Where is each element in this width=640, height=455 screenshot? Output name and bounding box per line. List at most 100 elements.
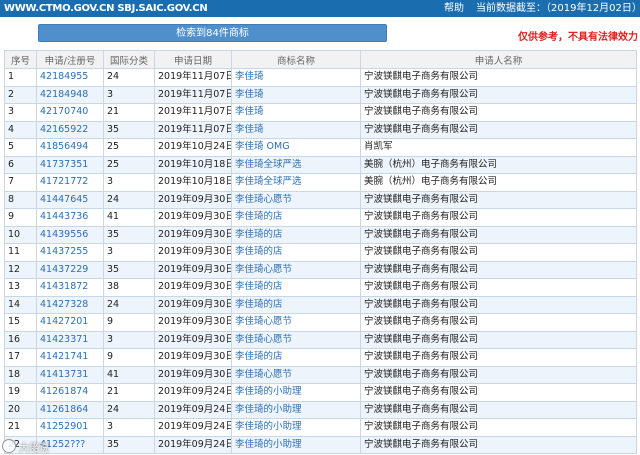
cell-trademark[interactable]: 李佳琦的小助理 (231, 435, 361, 454)
cell-index: 6 (4, 155, 37, 174)
cell-applicant: 宁波镁麒电子商务有限公司 (360, 295, 637, 314)
cell-class: 35 (103, 435, 155, 454)
table-row: 12 41437229 35 2019年09月30日 李佳琦心愿节 宁波镁麒电子商务有限公… (4, 260, 637, 279)
cell-applicant: 宁波镁麒电子商务有限公司 (360, 278, 637, 297)
cell-trademark[interactable]: 李佳琦的店 (231, 243, 361, 262)
cell-class: 3 (103, 418, 155, 437)
cell-trademark[interactable]: 李佳琦心愿节 (231, 260, 361, 279)
cell-class: 35 (103, 120, 155, 139)
cell-trademark[interactable]: 李佳琦 (231, 103, 361, 122)
table-row: 5 41856494 25 2019年10月24日 李佳琦 OMG 肖凯军 (4, 138, 637, 157)
cell-trademark[interactable]: 李佳琦的店 (231, 225, 361, 244)
cell-trademark[interactable]: 李佳琦心愿节 (231, 190, 361, 209)
cell-applicant: 宁波镁麒电子商务有限公司 (360, 85, 637, 104)
cell-reg-number[interactable]: 42165922 (36, 120, 104, 139)
header-date: 申请日期 (154, 50, 232, 69)
cell-applicant: 宁波镁麒电子商务有限公司 (360, 225, 637, 244)
cell-index: 2 (4, 85, 37, 104)
cell-class: 35 (103, 260, 155, 279)
table-row: 19 41261874 21 2019年09月24日 李佳琦的小助理 宁波镁麒电子商务有限… (4, 383, 637, 402)
cell-reg-number[interactable]: 41427328 (36, 295, 104, 314)
cell-reg-number[interactable]: 41447645 (36, 190, 104, 209)
cell-trademark[interactable]: 李佳琦的小助理 (231, 383, 361, 402)
cell-reg-number[interactable]: 41737351 (36, 155, 104, 174)
cell-date: 2019年09月24日 (154, 400, 232, 419)
cell-trademark[interactable]: 李佳琦心愿节 (231, 365, 361, 384)
cell-reg-number[interactable]: 41856494 (36, 138, 104, 157)
cell-date: 2019年09月30日 (154, 260, 232, 279)
table-row: 3 42170740 21 2019年11月07日 李佳琦 宁波镁麒电子商务有限公司 (4, 103, 637, 122)
cell-trademark[interactable]: 李佳琦全球严选 (231, 173, 361, 192)
table-row: 21 41252901 3 2019年09月24日 李佳琦的小助理 宁波镁麒电子商务有限公… (4, 418, 637, 437)
cell-class: 35 (103, 225, 155, 244)
watermark-text: 大佬说 (19, 442, 49, 454)
cell-reg-number[interactable]: 42184948 (36, 85, 104, 104)
cell-class: 9 (103, 348, 155, 367)
cell-index: 7 (4, 173, 37, 192)
cell-reg-number[interactable]: 41439556 (36, 225, 104, 244)
table-row: 2 42184948 3 2019年11月07日 李佳琦 宁波镁麒电子商务有限公司 (4, 85, 637, 104)
table-row: 2241252???352019年09月24日李佳琦的小助理宁波镁麒电子商务有限… (4, 435, 637, 454)
table-row: 16 41423371 3 2019年09月30日 李佳琦心愿节 宁波镁麒电子商务有限公司 (4, 330, 637, 349)
trademark-table: 序号 申请/注册号 国际分类 申请日期 商标名称 申请人名称 1 42184955… (4, 50, 637, 454)
table-row: 20 41261864 24 2019年09月24日 李佳琦的小助理 宁波镁麒电子商务有限… (4, 400, 637, 419)
cell-trademark[interactable]: 李佳琦的店 (231, 295, 361, 314)
cell-applicant: 宁波镁麒电子商务有限公司 (360, 260, 637, 279)
table-row: 13 41431872 38 2019年09月30日 李佳琦的店 宁波镁麒电子商务有限公司 (4, 278, 637, 297)
cell-trademark[interactable]: 李佳琦的小助理 (231, 400, 361, 419)
cell-trademark[interactable]: 李佳琦的店 (231, 208, 361, 227)
cell-date: 2019年09月24日 (154, 418, 232, 437)
cell-reg-number[interactable]: 41437255 (36, 243, 104, 262)
cell-applicant: 宁波镁麒电子商务有限公司 (360, 348, 637, 367)
cell-reg-number[interactable]: 41261874 (36, 383, 104, 402)
cell-reg-number[interactable]: 41431872 (36, 278, 104, 297)
cell-index: 10 (4, 225, 37, 244)
cell-class: 38 (103, 278, 155, 297)
cell-trademark[interactable]: 李佳琦的小助理 (231, 418, 361, 437)
cell-index: 3 (4, 103, 37, 122)
cell-reg-number[interactable]: 41721772 (36, 173, 104, 192)
cell-reg-number[interactable]: 41421741 (36, 348, 104, 367)
cell-class: 24 (103, 295, 155, 314)
cell-trademark[interactable]: 李佳琦全球严选 (231, 155, 361, 174)
cell-class: 24 (103, 400, 155, 419)
cell-applicant: 美腕（杭州）电子商务有限公司 (360, 173, 637, 192)
cell-trademark[interactable]: 李佳琦心愿节 (231, 330, 361, 349)
cell-reg-number[interactable]: 41427201 (36, 313, 104, 332)
cell-trademark[interactable]: 李佳琦心愿节 (231, 313, 361, 332)
cell-trademark[interactable]: 李佳琦 OMG (231, 138, 361, 157)
watermark: 大佬说 (2, 438, 94, 454)
cell-reg-number[interactable]: 42170740 (36, 103, 104, 122)
help-link[interactable]: 帮助 (444, 0, 464, 17)
cell-reg-number[interactable]: 41261864 (36, 400, 104, 419)
watermark-logo-icon (2, 439, 16, 453)
table-row: 7 41721772 3 2019年10月18日 李佳琦全球严选 美腕（杭州）电子商务有限… (4, 173, 637, 192)
cell-reg-number[interactable]: 42184955 (36, 68, 104, 87)
cell-trademark[interactable]: 李佳琦的店 (231, 278, 361, 297)
cell-index: 17 (4, 348, 37, 367)
cell-reg-number[interactable]: 41437229 (36, 260, 104, 279)
table-row: 1 42184955 24 2019年11月07日 李佳琦 宁波镁麒电子商务有限公司 (4, 68, 637, 87)
cell-date: 2019年09月30日 (154, 278, 232, 297)
cell-class: 9 (103, 313, 155, 332)
cell-trademark[interactable]: 李佳琦 (231, 120, 361, 139)
cell-reg-number[interactable]: 41423371 (36, 330, 104, 349)
cell-class: 3 (103, 330, 155, 349)
cell-trademark[interactable]: 李佳琦的店 (231, 348, 361, 367)
cell-trademark[interactable]: 李佳琦 (231, 85, 361, 104)
cell-index: 11 (4, 243, 37, 262)
cell-date: 2019年11月07日 (154, 120, 232, 139)
cell-applicant: 宁波镁麒电子商务有限公司 (360, 383, 637, 402)
table-row: 14 41427328 24 2019年09月30日 李佳琦的店 宁波镁麒电子商务有限公司 (4, 295, 637, 314)
cell-reg-number[interactable]: 41413731 (36, 365, 104, 384)
data-date: 当前数据截至：（2019年12月02日） (476, 3, 640, 14)
table-row: 9 41443736 41 2019年09月30日 李佳琦的店 宁波镁麒电子商务有限公司 (4, 208, 637, 227)
cell-reg-number[interactable]: 41252901 (36, 418, 104, 437)
cell-reg-number[interactable]: 41443736 (36, 208, 104, 227)
search-result-button[interactable]: 检索到84件商标 (38, 24, 387, 42)
header-reg-number: 申请/注册号 (36, 50, 104, 69)
table-row: 17 41421741 9 2019年09月30日 李佳琦的店 宁波镁麒电子商务有限公司 (4, 348, 637, 367)
cell-applicant: 宁波镁麒电子商务有限公司 (360, 103, 637, 122)
cell-trademark[interactable]: 李佳琦 (231, 68, 361, 87)
cell-class: 25 (103, 155, 155, 174)
